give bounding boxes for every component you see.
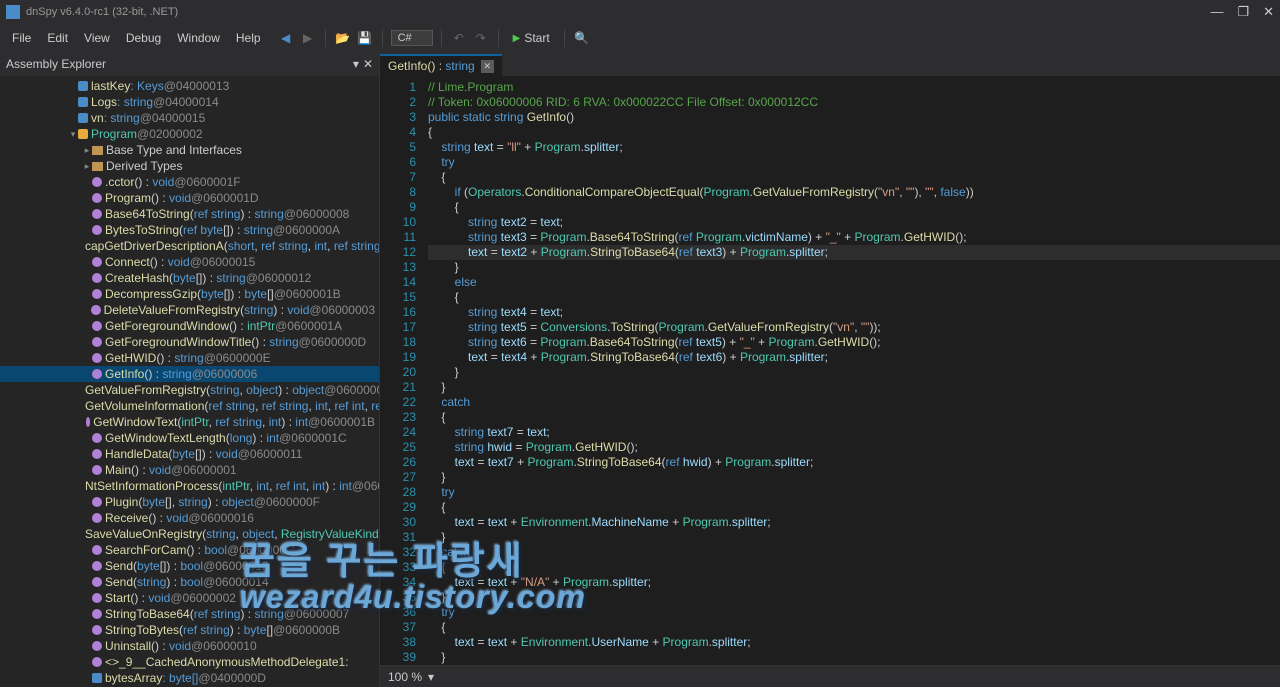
tree-item[interactable]: StringToBytes(ref string) : byte[] @0600… xyxy=(0,622,379,638)
tree-item[interactable]: Send(byte[]) : bool @06000013 xyxy=(0,558,379,574)
tree-item[interactable]: BytesToString(ref byte[]) : string @0600… xyxy=(0,222,379,238)
tree-item[interactable]: GetHWID() : string @0600000E xyxy=(0,350,379,366)
tab-close-icon[interactable]: ✕ xyxy=(481,60,494,73)
tree-item[interactable]: Program() : void @0600001D xyxy=(0,190,379,206)
language-select[interactable]: C# xyxy=(391,30,433,46)
tree-item[interactable]: Connect() : void @06000015 xyxy=(0,254,379,270)
zoom-level[interactable]: 100 % xyxy=(388,670,422,684)
code-editor[interactable]: 1234567891011121314151617181920212223242… xyxy=(380,76,1280,665)
tree-item[interactable]: lastKey : Keys @04000013 xyxy=(0,78,379,94)
tab-getinfo[interactable]: GetInfo() : string ✕ xyxy=(380,54,502,76)
tree-item[interactable]: GetForegroundWindowTitle() : string @060… xyxy=(0,334,379,350)
tree-item[interactable]: ▸Derived Types xyxy=(0,158,379,174)
tree-item[interactable]: .cctor() : void @0600001F xyxy=(0,174,379,190)
tree-item[interactable]: Base64ToString(ref string) : string @060… xyxy=(0,206,379,222)
tree-item[interactable]: GetForegroundWindow() : intPtr @0600001A xyxy=(0,318,379,334)
tree-item[interactable]: StringToBase64(ref string) : string @060… xyxy=(0,606,379,622)
menu-window[interactable]: Window xyxy=(169,27,228,49)
tree-item[interactable]: Start() : void @06000002 xyxy=(0,590,379,606)
assembly-explorer-panel: Assembly Explorer ▾ ✕ lastKey : Keys @04… xyxy=(0,52,380,687)
tree-item[interactable]: <>_9__CachedAnonymousMethodDelegate1: xyxy=(0,654,379,670)
nav-back-icon[interactable]: ◀ xyxy=(277,29,295,47)
play-icon: ▶ xyxy=(513,33,521,44)
menubar: File Edit View Debug Window Help ◀ ▶ 📂 💾… xyxy=(0,24,1280,52)
tree-item[interactable]: Plugin(byte[], string) : object @0600000… xyxy=(0,494,379,510)
tree-item[interactable]: ▸Base Type and Interfaces xyxy=(0,142,379,158)
tree-item[interactable]: CreateHash(byte[]) : string @06000012 xyxy=(0,270,379,286)
tree-item[interactable]: HandleData(byte[]) : void @06000011 xyxy=(0,446,379,462)
minimize-button[interactable]: ― xyxy=(1210,4,1223,20)
start-button[interactable]: ▶ Start xyxy=(507,29,556,47)
tree-item[interactable]: Receive() : void @06000016 xyxy=(0,510,379,526)
tree-item[interactable]: GetValueFromRegistry(string, object) : o… xyxy=(0,382,379,398)
nav-forward-icon[interactable]: ▶ xyxy=(299,29,317,47)
tree-item[interactable]: GetWindowTextLength(long) : int @0600001… xyxy=(0,430,379,446)
tree-item[interactable]: NtSetInformationProcess(intPtr, int, ref… xyxy=(0,478,379,494)
app-icon xyxy=(6,5,20,19)
panel-close-icon[interactable]: ✕ xyxy=(363,57,373,71)
editor-tabs: GetInfo() : string ✕ xyxy=(380,52,1280,76)
line-gutter: 1234567891011121314151617181920212223242… xyxy=(380,76,428,665)
zoom-dropdown-icon[interactable]: ▾ xyxy=(428,670,434,684)
panel-title: Assembly Explorer xyxy=(6,57,106,71)
code-content[interactable]: // Lime.Program// Token: 0x06000006 RID:… xyxy=(428,76,1280,665)
tree-item[interactable]: GetInfo() : string @06000006 xyxy=(0,366,379,382)
tree-item[interactable]: SearchForCam() : bool @0600000C xyxy=(0,542,379,558)
redo-icon[interactable]: ↷ xyxy=(472,29,490,47)
tree-item[interactable]: SaveValueOnRegistry(string, object, Regi… xyxy=(0,526,379,542)
close-button[interactable]: ✕ xyxy=(1263,4,1274,20)
tree-item[interactable]: DeleteValueFromRegistry(string) : void @… xyxy=(0,302,379,318)
panel-dropdown-icon[interactable]: ▾ xyxy=(353,57,359,71)
menu-file[interactable]: File xyxy=(4,27,39,49)
maximize-button[interactable]: ❐ xyxy=(1237,4,1249,20)
tree-item[interactable]: capGetDriverDescriptionA(short, ref stri… xyxy=(0,238,379,254)
tree-item[interactable]: Main() : void @06000001 xyxy=(0,462,379,478)
tree-item[interactable]: DecompressGzip(byte[]) : byte[] @0600001… xyxy=(0,286,379,302)
titlebar: dnSpy v6.4.0-rc1 (32-bit, .NET) ― ❐ ✕ xyxy=(0,0,1280,24)
tree-item[interactable]: ▾Program @02000002 xyxy=(0,126,379,142)
open-icon[interactable]: 📂 xyxy=(334,29,352,47)
menu-debug[interactable]: Debug xyxy=(118,27,169,49)
tree-item[interactable]: GetVolumeInformation(ref string, ref str… xyxy=(0,398,379,414)
window-title: dnSpy v6.4.0-rc1 (32-bit, .NET) xyxy=(26,6,1210,18)
save-icon[interactable]: 💾 xyxy=(356,29,374,47)
tree-item[interactable]: Uninstall() : void @06000010 xyxy=(0,638,379,654)
menu-help[interactable]: Help xyxy=(228,27,269,49)
tree-item[interactable]: vn : string @04000015 xyxy=(0,110,379,126)
tree-item[interactable]: bytesArray : byte[] @0400000D xyxy=(0,670,379,686)
tree-view[interactable]: lastKey : Keys @04000013Logs : string @0… xyxy=(0,76,379,687)
tree-item[interactable]: Send(string) : bool @06000014 xyxy=(0,574,379,590)
statusbar: 100 % ▾ xyxy=(380,665,1280,687)
menu-edit[interactable]: Edit xyxy=(39,27,76,49)
undo-icon[interactable]: ↶ xyxy=(450,29,468,47)
search-icon[interactable]: 🔍 xyxy=(573,29,591,47)
tree-item[interactable]: Logs : string @04000014 xyxy=(0,94,379,110)
menu-view[interactable]: View xyxy=(76,27,118,49)
tree-item[interactable]: GetWindowText(intPtr, ref string, int) :… xyxy=(0,414,379,430)
